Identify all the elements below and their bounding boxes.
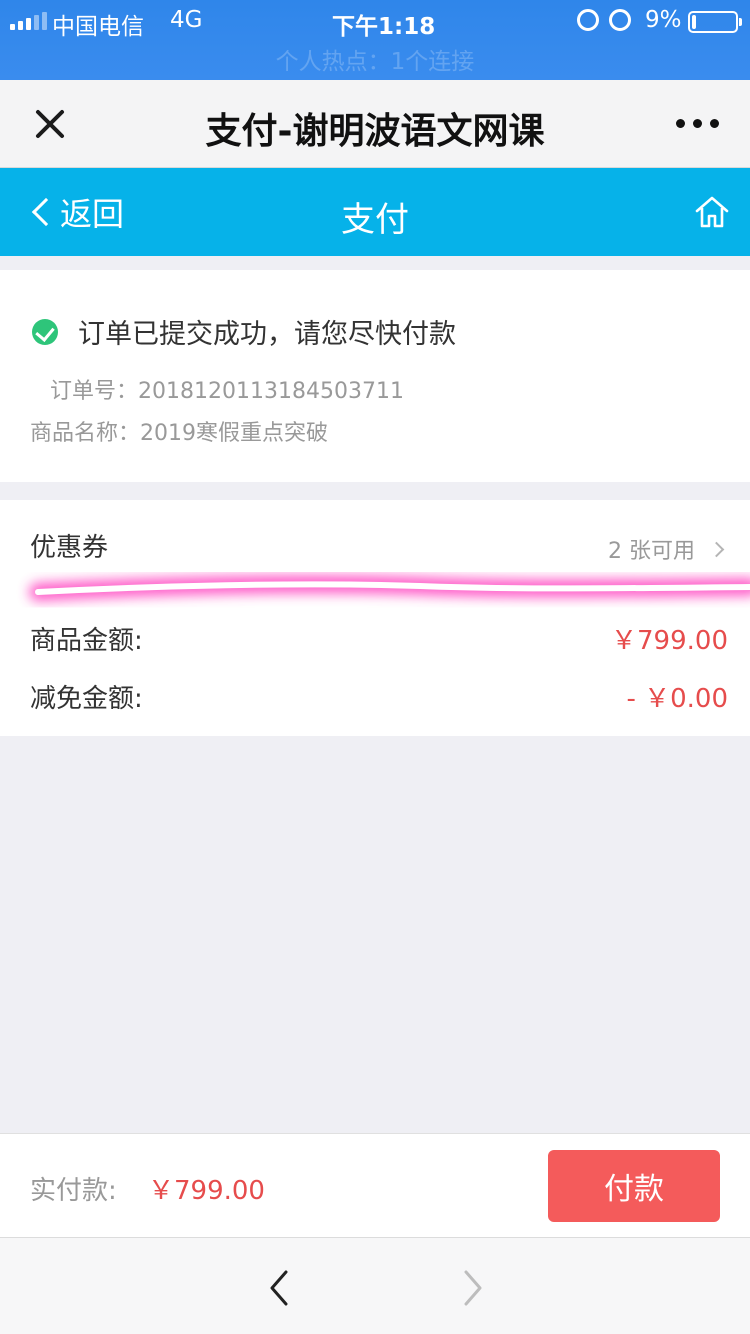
goods-amount-label: 商品金额:	[30, 626, 143, 656]
carrier-name: 中国电信	[52, 14, 144, 40]
network-type: 4G	[170, 7, 203, 33]
pay-bar: 实付款: ￥799.00 付款	[0, 1133, 750, 1237]
chevron-left-icon[interactable]	[262, 1268, 302, 1308]
alarm-icon	[609, 9, 631, 31]
status-time: 下午1:18	[332, 14, 436, 40]
home-icon[interactable]	[694, 194, 730, 230]
coupon-label[interactable]: 优惠券	[30, 527, 108, 564]
amount-card: 优惠券 2 张可用 商品金额: ￥799.00 减免金额: - ￥0.00	[0, 500, 750, 736]
goods-amount-value: ￥799.00	[611, 626, 728, 656]
chevron-right-icon[interactable]	[452, 1268, 492, 1308]
actual-pay-value: ￥799.00	[148, 1176, 265, 1206]
page-title: 支付	[341, 200, 409, 240]
webview-title: 支付-谢明波语文网课	[205, 111, 545, 152]
status-bar: 中国电信 4G 下午1:18 9% 个人热点：1个连接	[0, 0, 750, 80]
discount-label: 减免金额:	[30, 684, 143, 714]
actual-pay-label: 实付款:	[30, 1176, 117, 1206]
check-circle-icon	[32, 318, 58, 345]
order-info-card: 订单已提交成功，请您尽快付款 订单号：2018120113184503711 商…	[0, 270, 750, 482]
hotspot-banner[interactable]: 个人热点：1个连接	[0, 42, 750, 76]
battery-icon	[688, 11, 742, 33]
more-icon[interactable]	[676, 119, 719, 128]
browser-toolbar	[0, 1237, 750, 1334]
rotation-lock-icon	[577, 9, 599, 31]
product-name: 商品名称：2019寒假重点突破	[30, 421, 328, 446]
order-success-row: 订单已提交成功，请您尽快付款	[32, 312, 456, 351]
battery-percent: 9%	[645, 7, 682, 33]
coupon-available: 2 张可用	[608, 539, 695, 564]
order-number: 订单号：2018120113184503711	[50, 379, 404, 404]
highlight-annotation	[29, 575, 750, 601]
page-header: 返回 支付	[0, 168, 750, 256]
battery-level	[692, 15, 696, 29]
pay-button[interactable]: 付款	[548, 1150, 720, 1222]
discount-value: - ￥0.00	[626, 684, 728, 714]
chevron-right-icon	[708, 541, 725, 557]
coupon-selector[interactable]: 2 张可用	[608, 533, 725, 565]
back-button[interactable]: 返回	[26, 188, 124, 236]
chevron-left-icon	[31, 197, 61, 227]
wechat-nav-bar: 支付-谢明波语文网课	[0, 80, 750, 168]
signal-icon	[10, 12, 47, 30]
close-icon[interactable]	[30, 104, 70, 144]
order-success-message: 订单已提交成功，请您尽快付款	[78, 319, 456, 350]
back-label: 返回	[60, 195, 125, 233]
